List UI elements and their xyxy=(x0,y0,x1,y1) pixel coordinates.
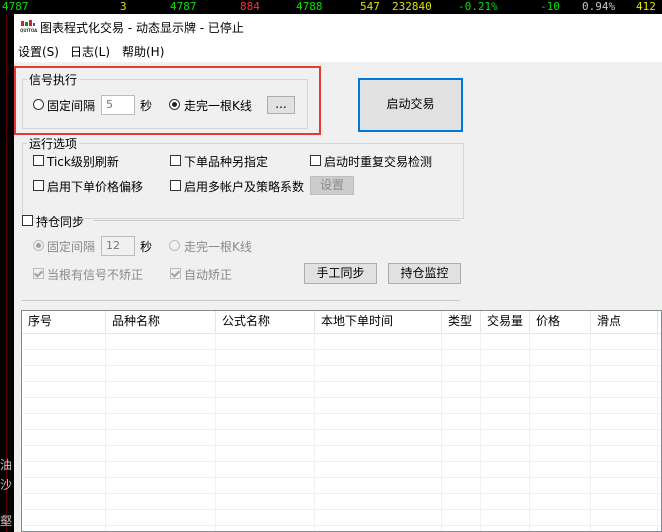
position-monitor-button[interactable]: 持仓监控 xyxy=(388,263,461,284)
sync-fixed-interval-label: 固定间隔 xyxy=(47,240,96,254)
section-separator xyxy=(22,300,460,301)
orders-table[interactable]: 序号 品种名称 公式名称 本地下单时间 类型 交易量 价格 滑点 xyxy=(21,310,662,532)
grid-line xyxy=(529,333,530,531)
grid-line xyxy=(22,349,661,350)
menu-help[interactable]: 帮助(H) xyxy=(122,43,164,60)
position-sync-label: 持仓同步 xyxy=(36,215,85,229)
ticker-value: 412 xyxy=(636,0,656,13)
run-options-title: 运行选项 xyxy=(27,135,80,152)
background-left-strip: 油 沙 壑 xyxy=(0,14,14,532)
column-header-slippage[interactable]: 滑点 xyxy=(591,311,658,333)
grid-line xyxy=(590,333,591,531)
ticker-value: 0.94% xyxy=(582,0,616,13)
table-header: 序号 品种名称 公式名称 本地下单时间 类型 交易量 价格 滑点 xyxy=(22,311,661,334)
grid-line xyxy=(22,493,661,494)
no-correct-checkbox[interactable] xyxy=(33,268,44,279)
grid-line xyxy=(105,333,106,531)
tick-refresh-checkbox[interactable] xyxy=(33,155,44,166)
ticker-value: 547 xyxy=(360,0,380,13)
duplicate-check-checkbox[interactable] xyxy=(310,155,321,166)
grid-line xyxy=(22,413,661,414)
grid-line xyxy=(22,429,661,430)
trading-window: QUITOA 图表程式化交易 - 动态显示牌 - 已停止 设置(S) 日志(L)… xyxy=(14,14,662,532)
app-icon: QUITOA xyxy=(20,20,38,34)
duplicate-check-label: 启动时重复交易检测 xyxy=(324,155,433,169)
sync-kline-label: 走完一根K线 xyxy=(184,240,252,254)
ticker-value: -10 xyxy=(540,0,560,13)
grid-line xyxy=(314,333,315,531)
ticker-value: 4787 xyxy=(170,0,197,13)
grid-line xyxy=(22,461,661,462)
background-ticker-strip: 4787 3 4787 884 4788 547 232840 -0.21% -… xyxy=(0,0,662,14)
ticker-value: 884 xyxy=(240,0,260,13)
position-sync-separator xyxy=(94,220,460,221)
column-header-order-time[interactable]: 本地下单时间 xyxy=(315,311,442,333)
sync-seconds-label: 秒 xyxy=(140,240,153,254)
multi-account-label: 启用多帐户及策略系数 xyxy=(184,180,305,194)
grid-line xyxy=(22,445,661,446)
grid-line xyxy=(657,333,658,531)
app-icon-caption: QUITOA xyxy=(20,28,38,33)
column-header-volume[interactable]: 交易量 xyxy=(481,311,530,333)
menu-log[interactable]: 日志(L) xyxy=(70,43,110,60)
ticker-value: 4787 xyxy=(2,0,29,13)
sync-fixed-interval-radio[interactable] xyxy=(33,240,44,251)
column-header-formula[interactable]: 公式名称 xyxy=(216,311,315,333)
ticker-value: 232840 xyxy=(392,0,432,13)
menu-bar: 设置(S) 日志(L) 帮助(H) xyxy=(14,40,662,62)
ticker-value: 3 xyxy=(120,0,127,13)
grid-line xyxy=(22,397,661,398)
grid-line xyxy=(22,477,661,478)
multi-account-checkbox[interactable] xyxy=(170,180,181,191)
menu-settings[interactable]: 设置(S) xyxy=(18,43,59,60)
sync-interval-input[interactable]: 12 xyxy=(101,236,135,256)
sync-kline-radio[interactable] xyxy=(169,240,180,251)
position-sync-checkbox[interactable] xyxy=(22,215,33,226)
column-header-index[interactable]: 序号 xyxy=(22,311,106,333)
grid-line xyxy=(22,525,661,526)
column-header-symbol[interactable]: 品种名称 xyxy=(106,311,216,333)
column-header-type[interactable]: 类型 xyxy=(442,311,481,333)
background-char: 壑 xyxy=(0,514,13,528)
tick-refresh-label: Tick级别刷新 xyxy=(47,155,119,169)
auto-correct-checkbox[interactable] xyxy=(170,268,181,279)
background-char: 沙 xyxy=(0,478,13,492)
grid-line xyxy=(215,333,216,531)
background-char: 油 xyxy=(0,458,13,472)
price-offset-label: 启用下单价格偏移 xyxy=(47,180,144,194)
ticker-value: -0.21% xyxy=(458,0,498,13)
price-offset-checkbox[interactable] xyxy=(33,180,44,191)
order-symbol-checkbox[interactable] xyxy=(170,155,181,166)
auto-correct-label: 自动矫正 xyxy=(184,268,233,282)
title-bar[interactable]: QUITOA 图表程式化交易 - 动态显示牌 - 已停止 xyxy=(14,14,662,40)
grid-line xyxy=(22,365,661,366)
start-trading-button[interactable]: 启动交易 xyxy=(358,78,463,132)
column-header-price[interactable]: 价格 xyxy=(530,311,591,333)
grid-line xyxy=(441,333,442,531)
ticker-value: 4788 xyxy=(296,0,323,13)
grid-line xyxy=(480,333,481,531)
highlight-box xyxy=(14,66,321,135)
grid-line xyxy=(22,509,661,510)
manual-sync-button[interactable]: 手工同步 xyxy=(304,263,377,284)
window-title: 图表程式化交易 - 动态显示牌 - 已停止 xyxy=(40,21,244,35)
grid-line xyxy=(22,381,661,382)
order-symbol-label: 下单品种另指定 xyxy=(184,155,269,169)
settings-button[interactable]: 设置 xyxy=(310,176,354,195)
no-correct-label: 当根有信号不矫正 xyxy=(47,268,144,282)
